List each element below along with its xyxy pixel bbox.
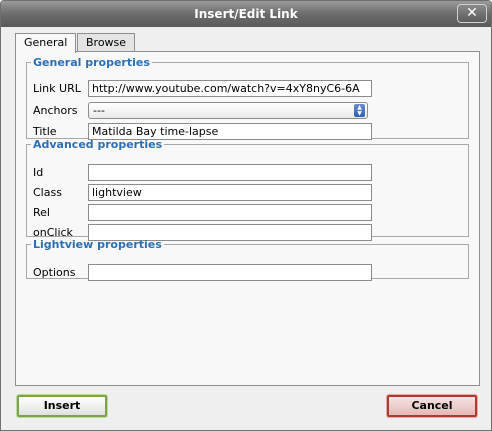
window-title: Insert/Edit Link [1,1,491,27]
tab-general[interactable]: General [15,33,77,53]
general-properties-legend: General properties [33,56,150,69]
anchors-selected-value: --- [93,104,105,117]
rel-input[interactable] [88,204,372,221]
id-label: Id [33,166,44,179]
link-url-label: Link URL [33,82,81,95]
insert-button[interactable]: Insert [17,395,107,417]
tab-panel-general: General properties Link URL http://www.y… [15,51,480,386]
anchors-label: Anchors [33,104,78,117]
advanced-properties-group: Advanced properties Id Class lightview R… [26,138,469,241]
select-arrows-icon: ▲ ▼ [354,104,365,117]
class-label: Class [33,186,62,199]
anchors-select[interactable]: --- ▲ ▼ [88,102,368,119]
options-label: Options [33,266,76,279]
general-properties-group: General properties Link URL http://www.y… [26,56,469,140]
lightview-properties-legend: Lightview properties [33,238,162,251]
id-input[interactable] [88,164,372,181]
title-label: Title [33,125,57,138]
close-icon[interactable]: ✕ [457,4,487,23]
rel-label: Rel [33,206,50,219]
class-input[interactable]: lightview [88,184,372,201]
insert-edit-link-dialog: Insert/Edit Link ✕ General Browse Genera… [0,0,492,431]
advanced-properties-legend: Advanced properties [33,138,163,151]
cancel-button[interactable]: Cancel [387,395,477,417]
options-input[interactable] [88,264,372,281]
lightview-properties-group: Lightview properties Options [26,238,469,281]
tab-browse[interactable]: Browse [77,33,136,52]
link-url-input[interactable]: http://www.youtube.com/watch?v=4xY8nyC6-… [88,80,372,97]
